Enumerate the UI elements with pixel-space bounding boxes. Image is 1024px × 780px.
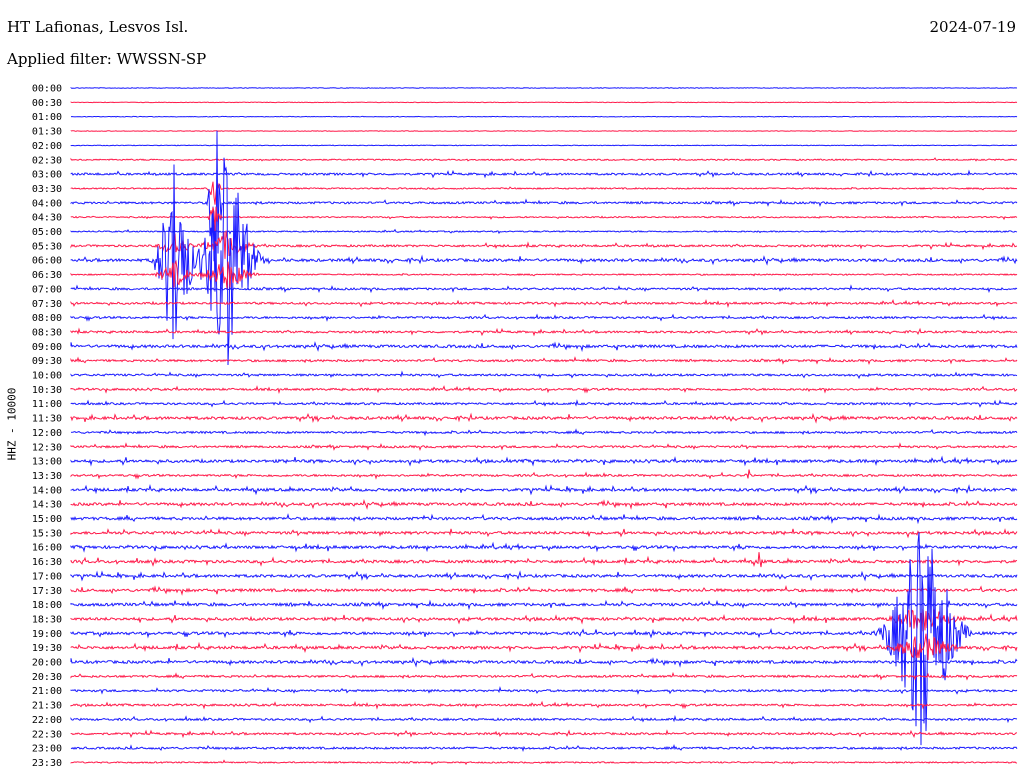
trace-row-21 xyxy=(70,385,1018,395)
trace-row-11 xyxy=(70,230,1018,259)
trace-row-26 xyxy=(70,455,1018,467)
trace-row-16 xyxy=(70,313,1018,322)
row-time-label: 14:30 xyxy=(32,500,62,511)
trace-row-33 xyxy=(70,552,1018,568)
row-time-label: 10:00 xyxy=(32,371,62,382)
row-time-label: 23:00 xyxy=(32,744,62,755)
row-time-label: 00:30 xyxy=(32,98,62,109)
trace-row-25 xyxy=(70,442,1018,452)
trace-row-20 xyxy=(70,370,1018,380)
trace-row-18 xyxy=(70,341,1018,353)
trace-row-38 xyxy=(70,532,1018,746)
row-time-label: 11:00 xyxy=(32,399,62,410)
row-time-label: 07:00 xyxy=(32,284,62,295)
trace-row-6 xyxy=(70,169,1018,179)
trace-row-44 xyxy=(70,714,1018,724)
row-time-label: 05:00 xyxy=(32,227,62,238)
row-time-label: 13:00 xyxy=(32,457,62,468)
row-time-label: 00:00 xyxy=(32,84,62,95)
row-time-label: 08:30 xyxy=(32,327,62,338)
row-time-label: 14:00 xyxy=(32,485,62,496)
trace-row-1 xyxy=(70,101,1018,104)
row-time-label: 19:30 xyxy=(32,643,62,654)
trace-row-4 xyxy=(70,144,1018,147)
row-time-label: 21:30 xyxy=(32,701,62,712)
trace-row-13 xyxy=(70,259,1018,289)
trace-row-27 xyxy=(70,469,1018,480)
trace-row-19 xyxy=(70,356,1018,365)
row-time-label: 20:00 xyxy=(32,658,62,669)
trace-row-34 xyxy=(70,570,1018,582)
row-time-label: 06:30 xyxy=(32,270,62,281)
row-time-label: 12:00 xyxy=(32,428,62,439)
trace-row-42 xyxy=(70,686,1018,695)
trace-row-46 xyxy=(70,743,1018,752)
row-time-label: 17:30 xyxy=(32,586,62,597)
row-time-label: 15:30 xyxy=(32,528,62,539)
row-time-label: 06:00 xyxy=(32,256,62,267)
row-time-label: 10:30 xyxy=(32,385,62,396)
trace-row-17 xyxy=(70,327,1018,337)
trace-row-2 xyxy=(70,115,1018,118)
trace-row-45 xyxy=(70,729,1017,739)
trace-row-43 xyxy=(70,700,1018,710)
trace-row-29 xyxy=(70,498,1018,510)
trace-row-8 xyxy=(70,130,1018,272)
row-time-label: 02:30 xyxy=(32,155,62,166)
row-time-label: 05:30 xyxy=(32,241,62,252)
row-time-label: 21:00 xyxy=(32,686,62,697)
row-time-label: 22:00 xyxy=(32,715,62,726)
row-time-label: 19:00 xyxy=(32,629,62,640)
trace-row-40 xyxy=(70,656,1018,668)
trace-row-5 xyxy=(70,157,1018,162)
row-time-label: 04:00 xyxy=(32,198,62,209)
trace-row-47 xyxy=(70,759,1018,766)
row-time-label: 18:30 xyxy=(32,614,62,625)
trace-row-41 xyxy=(70,671,1018,681)
row-time-label: 08:00 xyxy=(32,313,62,324)
trace-row-28 xyxy=(70,484,1018,496)
row-time-label: 03:30 xyxy=(32,184,62,195)
row-time-label: 16:30 xyxy=(32,557,62,568)
row-time-label: 07:30 xyxy=(32,299,62,310)
trace-row-23 xyxy=(70,412,1018,424)
trace-row-3 xyxy=(70,130,1017,132)
trace-row-39 xyxy=(70,633,1018,661)
row-time-label: 12:30 xyxy=(32,442,62,453)
row-time-label: 18:00 xyxy=(32,600,62,611)
row-time-label: 16:00 xyxy=(32,543,62,554)
trace-row-37 xyxy=(70,609,1018,632)
trace-row-15 xyxy=(70,298,1018,308)
seismogram-plot: 00:00 00:30 01:00 01:30 02:00 02:30 03:00 03:30… xyxy=(32,84,1018,769)
trace-row-35 xyxy=(70,584,1018,596)
trace-row-14 xyxy=(70,284,1018,294)
row-time-label: 23:30 xyxy=(32,758,62,769)
trace-row-31 xyxy=(70,528,1018,539)
row-time-label: 04:30 xyxy=(32,213,62,224)
trace-row-0 xyxy=(70,87,1018,89)
row-time-label: 01:00 xyxy=(32,112,62,123)
row-time-label: 17:00 xyxy=(32,571,62,582)
trace-row-32 xyxy=(70,541,1018,553)
trace-row-36 xyxy=(70,599,1018,611)
row-time-label: 11:30 xyxy=(32,414,62,425)
row-time-label: 13:30 xyxy=(32,471,62,482)
row-time-label: 09:00 xyxy=(32,342,62,353)
row-time-label: 22:30 xyxy=(32,729,62,740)
trace-row-30 xyxy=(70,513,1018,525)
row-time-label: 01:30 xyxy=(32,127,62,138)
row-time-label: 09:30 xyxy=(32,356,62,367)
row-time-label: 02:00 xyxy=(32,141,62,152)
row-time-label: 20:30 xyxy=(32,672,62,683)
trace-row-24 xyxy=(70,428,1018,437)
row-time-label: 03:00 xyxy=(32,170,62,181)
trace-row-22 xyxy=(70,399,1018,408)
row-time-label: 15:00 xyxy=(32,514,62,525)
